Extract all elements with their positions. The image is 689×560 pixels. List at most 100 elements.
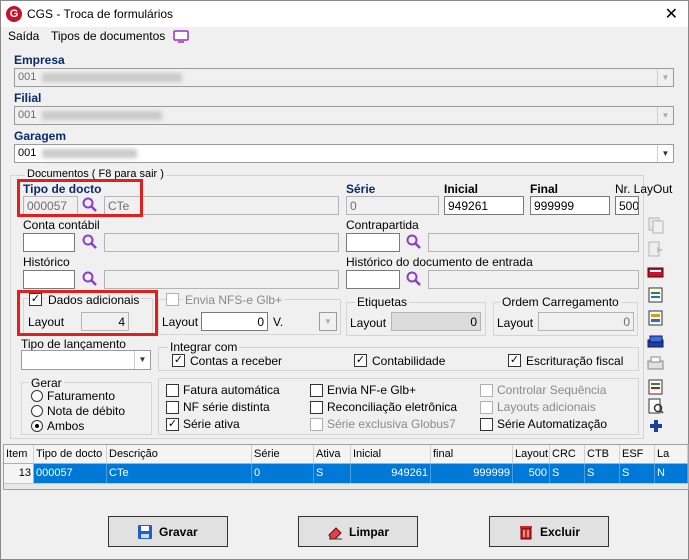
preview-icon[interactable]	[646, 397, 666, 415]
cell-final[interactable]: 999999	[431, 464, 513, 483]
nfse-checkbox[interactable]	[166, 293, 179, 306]
cell-layout[interactable]: 500	[513, 464, 550, 483]
cell-descricao[interactable]: CTe	[107, 464, 252, 483]
cell-tipo[interactable]: 000057	[34, 464, 107, 483]
col-header-item[interactable]: Item	[4, 445, 34, 464]
historico-doc-input[interactable]	[346, 270, 400, 289]
menu-tipos-documentos[interactable]: Tipos de documentos	[51, 29, 165, 43]
cell-inicial[interactable]: 949261	[351, 464, 431, 483]
list-icon[interactable]	[646, 378, 666, 396]
empresa-select[interactable]: 001 ▼	[14, 68, 674, 87]
menu-bar: Saída Tipos de documentos	[1, 27, 688, 47]
contas-receber-label: Contas a receber	[190, 354, 283, 368]
col-header-tipo[interactable]: Tipo de docto	[34, 445, 107, 464]
contas-receber-checkbox[interactable]: ✓	[172, 354, 185, 367]
fatura-automatica-checkbox[interactable]	[166, 384, 179, 397]
chevron-down-icon: ▼	[657, 107, 673, 124]
serie-exclusiva-checkbox[interactable]	[310, 418, 323, 431]
inicial-input[interactable]: 949261	[444, 196, 524, 215]
col-header-layout[interactable]: Layout	[513, 445, 550, 464]
main-window: G CGS - Troca de formulários ✕ Saída Tip…	[0, 0, 689, 560]
nfse-label: Envia NFS-e Glb+	[183, 293, 285, 307]
search-icon[interactable]	[82, 271, 98, 287]
serie-input[interactable]: 0	[346, 196, 439, 215]
search-icon[interactable]	[82, 234, 98, 250]
cell-item[interactable]: 13	[4, 464, 34, 483]
gravar-button[interactable]: Gravar	[108, 516, 228, 547]
historico-label: Histórico	[23, 255, 70, 269]
contabilidade-label: Contabilidade	[372, 354, 446, 368]
search-icon[interactable]	[406, 271, 422, 287]
chevron-down-icon: ▼	[134, 351, 150, 369]
edit-icon[interactable]	[646, 263, 666, 281]
col-header-ctb[interactable]: CTB	[585, 445, 620, 464]
col-header-inicial[interactable]: Inicial	[351, 445, 431, 464]
historico-input[interactable]	[23, 270, 75, 289]
escrituracao-label: Escrituração fiscal	[526, 354, 624, 368]
excluir-button[interactable]: Excluir	[489, 516, 609, 547]
etiquetas-layout-input[interactable]: 0	[391, 312, 481, 331]
horizontal-scrollbar[interactable]	[4, 483, 688, 489]
col-header-final[interactable]: final	[431, 445, 513, 464]
historico-doc-label: Histórico do documento de entrada	[346, 255, 533, 269]
filial-value: 001	[18, 109, 37, 121]
cell-la[interactable]: N	[655, 464, 688, 483]
garagem-select[interactable]: 001 ▼	[14, 144, 674, 163]
col-header-esf[interactable]: ESF	[620, 445, 655, 464]
garagem-value: 001	[18, 147, 37, 159]
envia-nfe-checkbox[interactable]	[310, 384, 323, 397]
limpar-button[interactable]: Limpar	[298, 516, 418, 547]
radio-nota-debito[interactable]	[31, 405, 43, 417]
ordem-layout-label: Layout	[497, 316, 534, 330]
ordem-layout-input[interactable]: 0	[538, 312, 634, 331]
empresa-label: Empresa	[14, 53, 65, 67]
col-header-la[interactable]: La	[655, 445, 688, 464]
controlar-sequencia-label: Controlar Sequência	[497, 383, 607, 397]
menu-saida[interactable]: Saída	[8, 29, 39, 43]
nfse-layout-input[interactable]: 0	[201, 312, 268, 331]
radio-faturamento[interactable]	[31, 390, 43, 402]
controlar-sequencia-checkbox[interactable]	[480, 384, 493, 397]
cell-crc[interactable]: S	[550, 464, 585, 483]
serie-automatizacao-checkbox[interactable]	[480, 418, 493, 431]
col-header-serie[interactable]: Série	[252, 445, 314, 464]
contrapartida-input[interactable]	[346, 233, 400, 252]
nfse-version-select[interactable]: ▼	[319, 312, 337, 331]
copy-icon[interactable]	[646, 216, 666, 234]
filial-select[interactable]: 001 ▼	[14, 106, 674, 125]
excluir-label: Excluir	[540, 525, 581, 539]
calendar-icon[interactable]	[646, 286, 666, 304]
stack-icon[interactable]	[646, 332, 666, 350]
serie-exclusiva-label: Série exclusiva Globus7	[327, 417, 456, 431]
title-bar: G CGS - Troca de formulários ✕	[1, 1, 688, 27]
cell-esf[interactable]: S	[620, 464, 655, 483]
col-header-ativa[interactable]: Ativa	[314, 445, 351, 464]
nf-serie-distinta-checkbox[interactable]	[166, 401, 179, 414]
col-header-descricao[interactable]: Descrição	[107, 445, 252, 464]
final-label: Final	[530, 182, 559, 196]
cell-ctb[interactable]: S	[585, 464, 620, 483]
escrituracao-checkbox[interactable]: ✓	[508, 354, 521, 367]
monitor-icon[interactable]	[173, 30, 189, 43]
search-icon[interactable]	[406, 234, 422, 250]
radio-ambos[interactable]	[31, 420, 43, 432]
add-icon[interactable]	[646, 417, 666, 435]
tipo-lancamento-select[interactable]: ▼	[21, 350, 151, 370]
close-icon[interactable]: ✕	[665, 4, 678, 24]
layouts-adicionais-checkbox[interactable]	[480, 401, 493, 414]
nr-layout-input[interactable]: 500	[615, 196, 639, 215]
export-icon[interactable]	[646, 240, 666, 258]
report-icon[interactable]	[646, 309, 666, 327]
printer-icon[interactable]	[646, 355, 666, 373]
contabilidade-checkbox[interactable]: ✓	[354, 354, 367, 367]
col-header-crc[interactable]: CRC	[550, 445, 585, 464]
cell-serie[interactable]: 0	[252, 464, 314, 483]
serie-ativa-checkbox[interactable]: ✓	[166, 418, 179, 431]
gravar-label: Gravar	[159, 525, 198, 539]
empresa-name-redacted	[42, 72, 183, 82]
cell-ativa[interactable]: S	[314, 464, 351, 483]
chevron-down-icon: ▼	[324, 317, 332, 326]
reconciliacao-checkbox[interactable]	[310, 401, 323, 414]
conta-contabil-input[interactable]	[23, 233, 75, 252]
final-input[interactable]: 999999	[530, 196, 610, 215]
